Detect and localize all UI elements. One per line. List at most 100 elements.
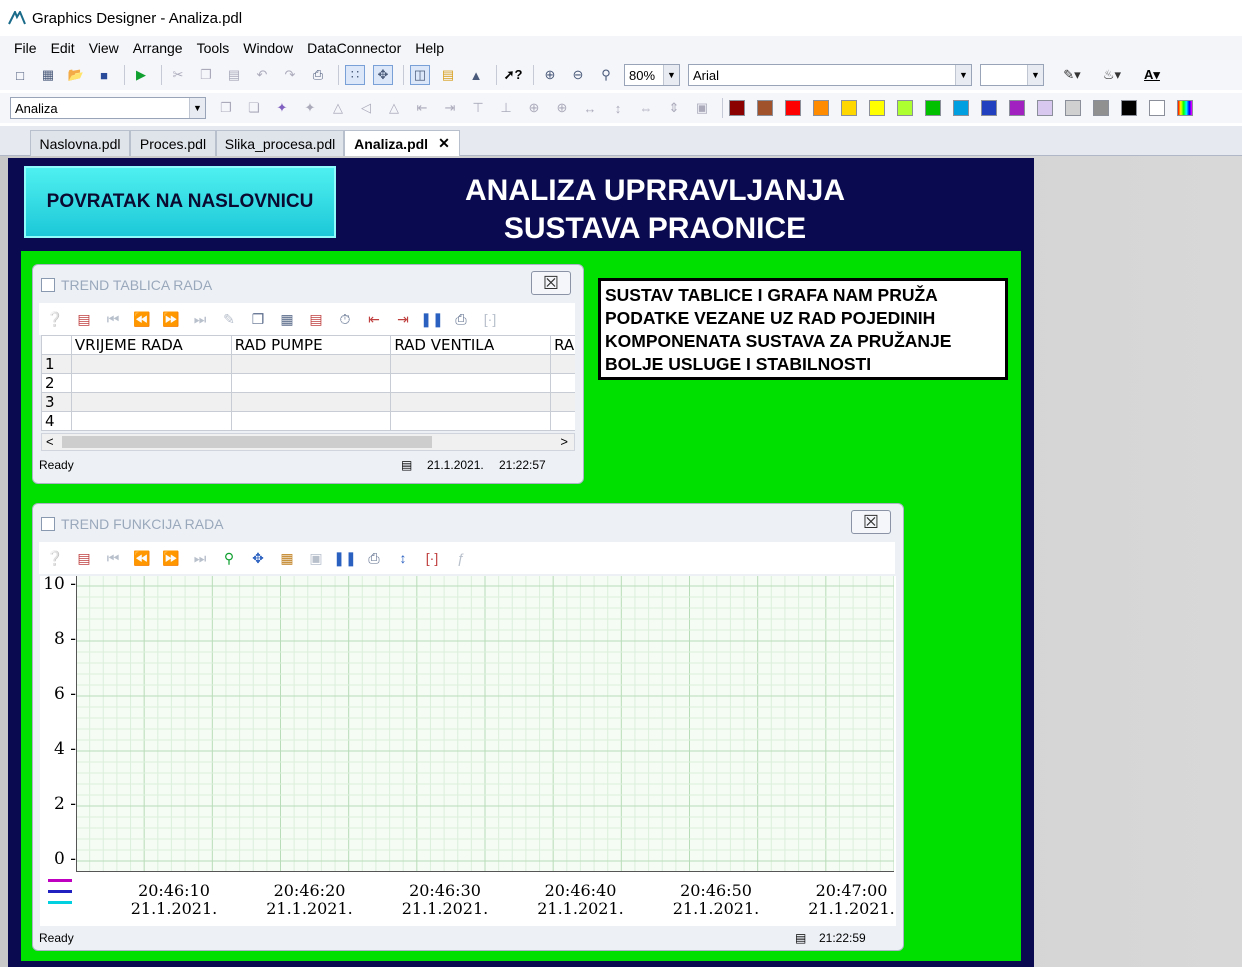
magic-wand-icon[interactable]: ✦ bbox=[272, 98, 292, 118]
config-icon[interactable]: ▤ bbox=[74, 309, 94, 329]
table-row[interactable]: 2 bbox=[41, 373, 575, 393]
zoom-in-icon[interactable]: ⊕ bbox=[540, 65, 560, 85]
menu-edit[interactable]: Edit bbox=[51, 40, 75, 56]
palette-icon[interactable] bbox=[1177, 100, 1193, 116]
color-swatch[interactable] bbox=[841, 100, 857, 116]
move-right-icon[interactable]: ⇥ bbox=[393, 309, 413, 329]
column-header[interactable]: VRIJEME RADA bbox=[70, 335, 232, 355]
original-view-icon[interactable]: ▣ bbox=[306, 548, 326, 568]
table-row[interactable]: 4 bbox=[41, 411, 575, 431]
last-icon[interactable]: ⏭ bbox=[190, 309, 210, 329]
table-row[interactable]: 3 bbox=[41, 392, 575, 412]
menu-dataconnector[interactable]: DataConnector bbox=[307, 40, 401, 56]
same-width-icon[interactable]: ⇔ bbox=[636, 98, 656, 118]
next-icon[interactable]: ⏩ bbox=[161, 309, 181, 329]
menu-help[interactable]: Help bbox=[415, 40, 444, 56]
menu-tools[interactable]: Tools bbox=[197, 40, 230, 56]
cut-icon[interactable]: ✂ bbox=[168, 65, 188, 85]
space-v-icon[interactable]: ↕ bbox=[608, 98, 628, 118]
first-icon[interactable]: ⏮ bbox=[103, 548, 123, 568]
zoom-area-icon[interactable]: ⚲ bbox=[219, 548, 239, 568]
menu-file[interactable]: File bbox=[14, 40, 37, 56]
select-columns-icon[interactable]: ▦ bbox=[277, 309, 297, 329]
same-height-icon[interactable]: ⇕ bbox=[664, 98, 684, 118]
color-swatch[interactable] bbox=[785, 100, 801, 116]
tab-slika-procesa[interactable]: Slika_procesa.pdl bbox=[216, 130, 344, 156]
align-right-icon[interactable]: ⇥ bbox=[440, 98, 460, 118]
flip-icon[interactable]: △ bbox=[328, 98, 348, 118]
close-tab-icon[interactable]: ✕ bbox=[438, 135, 450, 152]
close-icon[interactable]: ☒ bbox=[851, 510, 891, 534]
help-icon[interactable]: ❔ bbox=[45, 548, 65, 568]
help-icon[interactable]: ❔ bbox=[45, 309, 65, 329]
previous-icon[interactable]: ⏪ bbox=[132, 548, 152, 568]
align-top-icon[interactable]: ⊤ bbox=[468, 98, 488, 118]
print-icon[interactable]: ⎙ bbox=[308, 65, 328, 85]
first-icon[interactable]: ⏮ bbox=[103, 309, 123, 329]
tab-analiza[interactable]: Analiza.pdl ✕ bbox=[344, 130, 460, 156]
copy-icon[interactable]: ❐ bbox=[196, 65, 216, 85]
grid-icon[interactable]: ∷ bbox=[345, 65, 365, 85]
font-size-select[interactable]: ▼ bbox=[980, 64, 1044, 86]
zoom-select[interactable]: 80% ▼ bbox=[624, 64, 680, 86]
new-icon[interactable]: □ bbox=[10, 65, 30, 85]
zoom-out-icon[interactable]: ⊖ bbox=[568, 65, 588, 85]
color-swatch[interactable] bbox=[981, 100, 997, 116]
back-to-home-button[interactable]: POVRATAK NA NASLOVNICU bbox=[24, 166, 336, 238]
copy-icon[interactable]: ❐ bbox=[248, 309, 268, 329]
color-swatch[interactable] bbox=[1009, 100, 1025, 116]
color-swatch[interactable] bbox=[1121, 100, 1137, 116]
horizontal-scrollbar[interactable]: < > bbox=[41, 433, 575, 451]
scroll-left-icon[interactable]: < bbox=[46, 434, 54, 449]
undo-icon[interactable]: ↶ bbox=[252, 65, 272, 85]
wand-icon[interactable]: ✦ bbox=[300, 98, 320, 118]
color-swatch[interactable] bbox=[1037, 100, 1053, 116]
timer-icon[interactable]: ⏱ bbox=[335, 309, 355, 329]
font-select[interactable]: Arial ▼ bbox=[688, 64, 972, 86]
line-color-icon[interactable]: ✎▾ bbox=[1056, 65, 1088, 85]
time-range-icon[interactable]: [·] bbox=[422, 548, 442, 568]
snap-icon[interactable]: ✥ bbox=[373, 65, 393, 85]
trend-chart[interactable] bbox=[76, 576, 894, 872]
color-swatch[interactable] bbox=[757, 100, 773, 116]
next-icon[interactable]: ⏩ bbox=[161, 548, 181, 568]
select-axis-icon[interactable]: ▦ bbox=[277, 548, 297, 568]
column-header[interactable]: RAD VENTILA bbox=[390, 335, 552, 355]
color-swatch[interactable] bbox=[1065, 100, 1081, 116]
font-color-icon[interactable]: A▾ bbox=[1136, 65, 1168, 85]
layers-icon[interactable]: ▲ bbox=[466, 65, 486, 85]
ruler-icon[interactable]: ↕ bbox=[393, 548, 413, 568]
last-icon[interactable]: ⏭ bbox=[190, 548, 210, 568]
layout-icon[interactable]: ◫ bbox=[410, 65, 430, 85]
bring-front-icon[interactable]: ❐ bbox=[216, 98, 236, 118]
center-v-icon[interactable]: ⊕ bbox=[552, 98, 572, 118]
color-swatch[interactable] bbox=[729, 100, 745, 116]
rotate-left-icon[interactable]: ◁ bbox=[356, 98, 376, 118]
help-pointer-icon[interactable]: ➚? bbox=[503, 65, 523, 85]
pause-icon[interactable]: ❚❚ bbox=[420, 309, 443, 329]
menu-window[interactable]: Window bbox=[243, 40, 293, 56]
tab-naslovna[interactable]: Naslovna.pdl bbox=[30, 130, 130, 156]
align-bottom-icon[interactable]: ⊥ bbox=[496, 98, 516, 118]
paste-icon[interactable]: ▤ bbox=[224, 65, 244, 85]
close-icon[interactable]: ☒ bbox=[531, 271, 571, 295]
table-row[interactable]: 1 bbox=[41, 354, 575, 374]
redo-icon[interactable]: ↷ bbox=[280, 65, 300, 85]
run-icon[interactable]: ▶ bbox=[131, 65, 151, 85]
library-icon[interactable]: ▤ bbox=[438, 65, 458, 85]
column-header[interactable]: RAD PUMPE bbox=[230, 335, 392, 355]
move-left-icon[interactable]: ⇤ bbox=[364, 309, 384, 329]
center-h-icon[interactable]: ⊕ bbox=[524, 98, 544, 118]
select-data-icon[interactable]: ▤ bbox=[306, 309, 326, 329]
export-icon[interactable]: [·] bbox=[480, 309, 500, 329]
menu-view[interactable]: View bbox=[89, 40, 119, 56]
pause-icon[interactable]: ❚❚ bbox=[333, 548, 356, 568]
color-swatch[interactable] bbox=[1149, 100, 1165, 116]
color-swatch[interactable] bbox=[953, 100, 969, 116]
color-swatch[interactable] bbox=[1093, 100, 1109, 116]
scroll-right-icon[interactable]: > bbox=[560, 434, 568, 449]
color-swatch[interactable] bbox=[869, 100, 885, 116]
edit-icon[interactable]: ✎ bbox=[219, 309, 239, 329]
color-swatch[interactable] bbox=[925, 100, 941, 116]
menu-arrange[interactable]: Arrange bbox=[133, 40, 183, 56]
